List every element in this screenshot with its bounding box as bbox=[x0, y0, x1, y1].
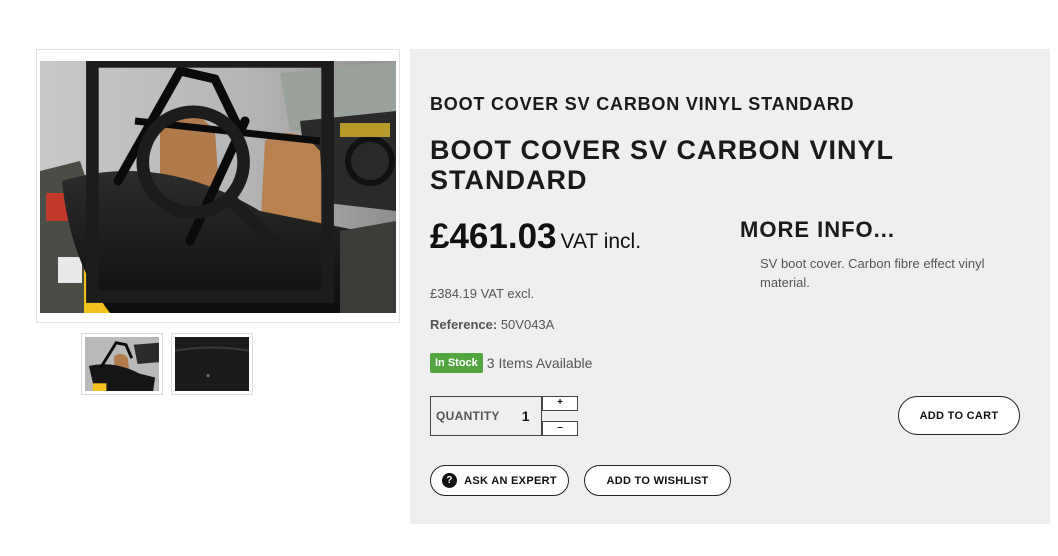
zoom-icon[interactable] bbox=[40, 61, 388, 305]
stock-count: 3 Items Available bbox=[486, 355, 593, 371]
more-info-text: SV boot cover. Carbon fibre effect vinyl… bbox=[760, 256, 985, 290]
breadcrumb-title: BOOT COVER SV CARBON VINYL STANDARD bbox=[430, 94, 855, 114]
quantity-label: QUANTITY bbox=[436, 409, 500, 423]
add-to-wishlist-button[interactable]: ADD TO WISHLIST bbox=[584, 465, 731, 496]
product-image-frame bbox=[36, 49, 400, 323]
thumbnail-2[interactable] bbox=[171, 333, 253, 395]
price-excl: £384.19 VAT excl. bbox=[430, 286, 535, 301]
product-reference: Reference: 50V043A bbox=[430, 317, 554, 332]
ask-an-expert-label: ASK AN EXPERT bbox=[464, 474, 557, 487]
thumbnail-1[interactable] bbox=[81, 333, 163, 395]
quantity-field[interactable]: QUANTITY 1 bbox=[430, 396, 542, 436]
product-title: BOOT COVER SV CARBON VINYL STANDARD bbox=[430, 135, 894, 195]
price-suffix: VAT incl. bbox=[560, 230, 642, 253]
quantity-increase-button[interactable]: + bbox=[542, 396, 578, 411]
main-product-image[interactable] bbox=[40, 61, 396, 313]
ask-an-expert-button[interactable]: ? ASK AN EXPERT bbox=[430, 465, 569, 496]
price-incl: £461.03 bbox=[430, 217, 557, 256]
more-info-title: MORE INFO... bbox=[740, 217, 895, 242]
add-to-cart-button[interactable]: ADD TO CART bbox=[898, 396, 1020, 435]
product-info-panel: BOOT COVER SV CARBON VINYL STANDARD BOOT… bbox=[410, 49, 1050, 524]
reference-value: 50V043A bbox=[500, 317, 555, 332]
reference-label: Reference: bbox=[430, 317, 498, 332]
question-circle-icon: ? bbox=[442, 473, 458, 488]
stock-row: In Stock 3 Items Available bbox=[430, 353, 592, 373]
price-row: £461.03 VAT incl. bbox=[430, 217, 641, 257]
quantity-value[interactable]: 1 bbox=[522, 408, 530, 424]
in-stock-badge: In Stock bbox=[430, 353, 483, 373]
quantity-decrease-button[interactable]: – bbox=[542, 421, 578, 436]
